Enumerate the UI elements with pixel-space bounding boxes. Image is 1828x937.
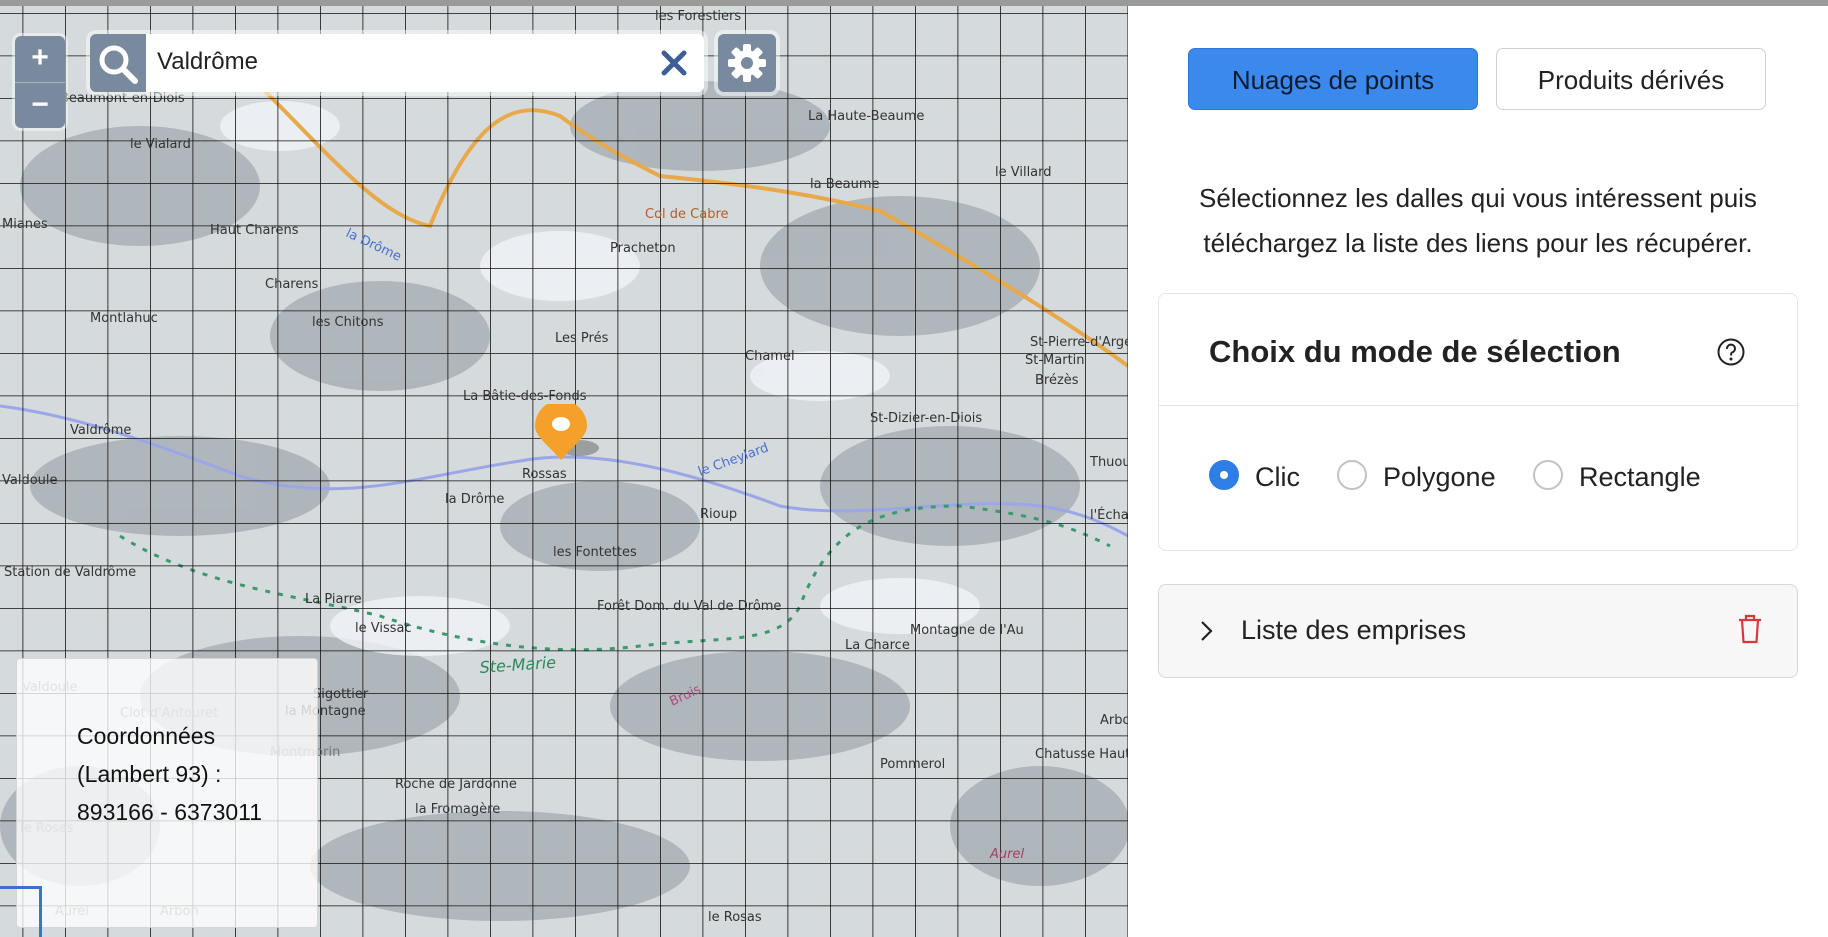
search-input[interactable]: Valdrôme	[157, 48, 258, 76]
map-label: Valdrôme	[70, 423, 131, 438]
map-label: La Charce	[845, 638, 910, 653]
search-box[interactable]: Valdrôme	[90, 34, 704, 92]
side-panel: Nuages de points Produits dérivés Sélect…	[1128, 6, 1828, 937]
radio-polygon-label: Polygone	[1383, 462, 1496, 492]
map-label: les Chitons	[312, 315, 384, 330]
map-label: Les Prés	[555, 331, 609, 346]
map-label: le Vialard	[130, 137, 191, 152]
radio-rectangle-label: Rectangle	[1579, 462, 1701, 492]
map-label: Pracheton	[610, 241, 676, 256]
map-label: Haut Charens	[210, 223, 299, 238]
map-label: Montagne de l'Au	[910, 623, 1024, 638]
tab-derived-products[interactable]: Produits dérivés	[1496, 48, 1766, 110]
radio-click-indicator[interactable]	[1209, 460, 1239, 490]
map-label: Pommerol	[880, 757, 945, 772]
clear-search-icon[interactable]	[654, 43, 694, 83]
map-label: le Villard	[995, 165, 1052, 180]
map-attribution-frame	[0, 886, 42, 937]
map-label: l'Échaillon	[1090, 507, 1128, 523]
search-icon	[99, 45, 138, 84]
map-label: Forêt Dom. du Val de Drôme	[597, 599, 781, 614]
map-label: St-Dizier-en-Diois	[870, 411, 982, 426]
map-label: Valdoule	[2, 473, 58, 488]
zoom-control: + −	[15, 36, 65, 128]
location-pin-icon[interactable]	[533, 404, 603, 474]
trash-icon[interactable]	[1737, 613, 1763, 645]
map-label: La Haute-Beaume	[808, 109, 924, 124]
gear-icon	[728, 44, 766, 82]
map-label: Station de Valdrôme	[4, 565, 136, 580]
extents-accordion[interactable]: Liste des emprises	[1158, 584, 1798, 678]
chevron-right-icon	[1201, 621, 1213, 641]
extents-label: Liste des emprises	[1241, 615, 1467, 645]
help-icon[interactable]	[1716, 337, 1746, 367]
map-label: les Forestiers	[655, 9, 741, 24]
map-label: Roche de Jardonne	[395, 777, 517, 792]
radio-rectangle-indicator[interactable]	[1533, 460, 1563, 490]
intro-text: Sélectionnez les dalles qui vous intéres…	[1199, 183, 1757, 258]
map-label: Brézès	[1035, 373, 1079, 388]
map-label: la Fromagère	[415, 802, 500, 817]
map-label: Aurel	[989, 847, 1024, 862]
map-label: le Vissac	[355, 621, 412, 636]
radio-rectangle[interactable]: Rectangle	[1533, 460, 1713, 494]
selection-mode-card: Choix du mode de sélection Clic Polygone…	[1158, 293, 1798, 551]
radio-polygon[interactable]: Polygone	[1337, 460, 1497, 494]
zoom-out-button[interactable]: −	[15, 83, 65, 129]
map-label: Rioup	[700, 507, 737, 522]
map-label: Charens	[265, 277, 319, 292]
radio-polygon-indicator[interactable]	[1337, 460, 1367, 490]
map-label: Col de Cabre	[645, 207, 729, 222]
map-label: Montlahuc	[90, 311, 158, 326]
map-label: Mianes	[2, 217, 48, 232]
card-divider	[1159, 405, 1797, 406]
selection-mode-title: Choix du mode de sélection	[1209, 334, 1621, 369]
map-label: Thuou	[1089, 455, 1128, 470]
map-label: les Fontettes	[553, 545, 637, 560]
map-label: la Beaume	[810, 177, 880, 192]
coordinates-panel: Coordonnées (Lambert 93) : 893166 - 6373…	[16, 658, 318, 928]
search-button[interactable]	[90, 34, 146, 92]
map-label: La Piarre	[305, 592, 362, 607]
map-label: la Drôme	[445, 492, 504, 507]
map-label: Chatusse Haute	[1035, 747, 1128, 762]
map-label: Arbon	[1100, 713, 1128, 728]
map-label: Sigottier	[313, 687, 369, 702]
map-label: St-Pierre-d'Argençon	[1030, 335, 1128, 350]
coordinates-readout: Coordonnées (Lambert 93) : 893166 - 6373…	[77, 723, 263, 825]
map-view[interactable]: les Forestiers Beaumont-en-Diois le Vial…	[0, 6, 1128, 937]
radio-click-label: Clic	[1255, 462, 1300, 492]
map-label: St-Martin	[1025, 353, 1085, 368]
radio-click[interactable]: Clic	[1209, 460, 1319, 494]
tab-point-clouds[interactable]: Nuages de points	[1188, 48, 1478, 110]
map-label: le Rosas	[708, 910, 762, 925]
map-label: La Bâtie-des-Fonds	[463, 389, 587, 404]
search-settings-button[interactable]	[718, 34, 776, 92]
zoom-in-button[interactable]: +	[15, 36, 65, 82]
map-label: Chamel	[745, 349, 795, 364]
map-label: Beaumont-en-Diois	[60, 91, 185, 106]
